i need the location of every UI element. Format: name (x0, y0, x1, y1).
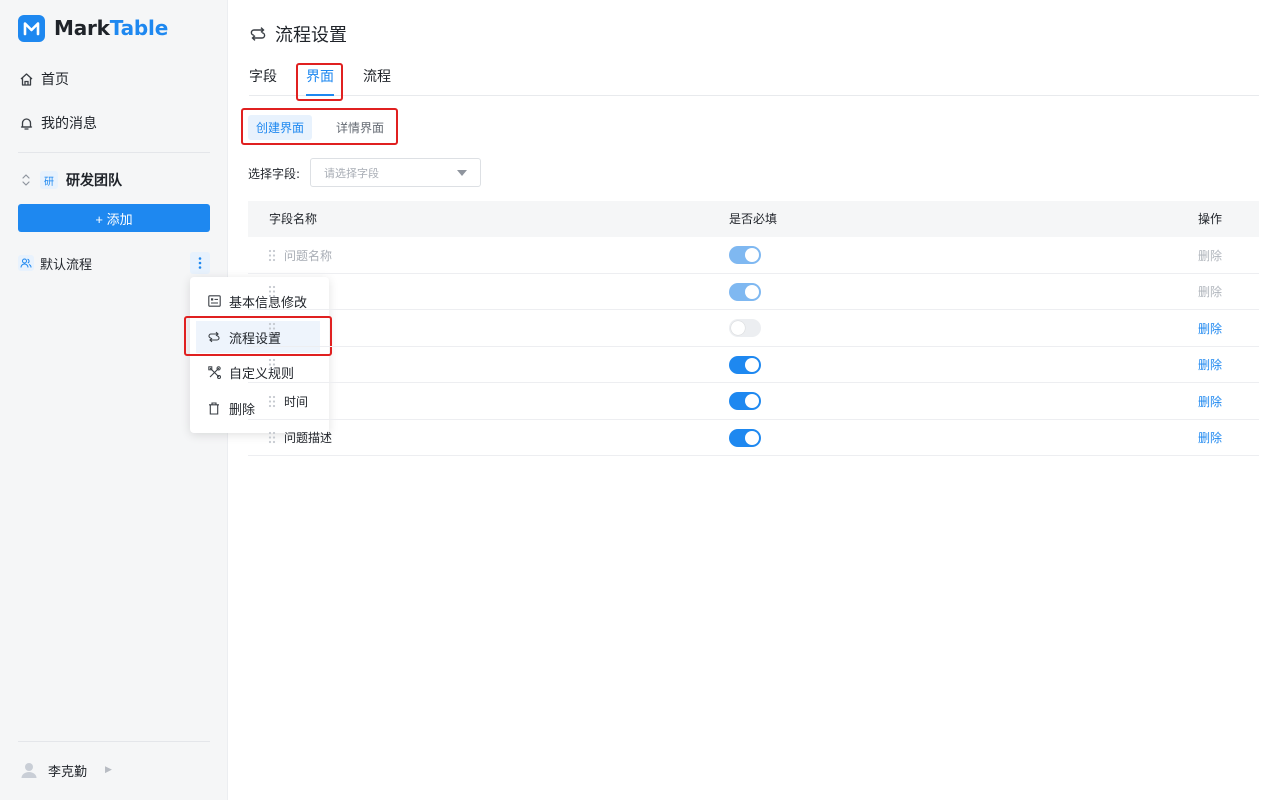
flow-item-label: 默认流程 (40, 257, 93, 273)
delete-link[interactable]: 删除 (1198, 310, 1222, 346)
team-badge: 研 (40, 171, 58, 189)
toggle-knob (745, 394, 759, 408)
more-vertical-icon[interactable] (190, 252, 210, 274)
sidebar-divider (18, 152, 210, 153)
logo-mark-icon (18, 14, 45, 42)
subtab-create-interface[interactable]: 创建界面 (248, 115, 313, 140)
field-name: 问题名称 (284, 248, 333, 263)
tools-icon (207, 365, 221, 379)
field-select-placeholder: 请选择字段 (324, 166, 379, 180)
logo-text: MarkTable (54, 16, 168, 40)
required-toggle[interactable] (729, 428, 761, 447)
field-select-label: 选择字段: (248, 167, 301, 181)
required-cell (729, 310, 761, 346)
subtab-detail-interface[interactable]: 详情界面 (328, 115, 392, 140)
chevron-updown-icon (18, 173, 34, 187)
field-name: 时间 (284, 394, 309, 409)
toggle-knob (731, 321, 745, 335)
dropdown-caret-icon (457, 169, 467, 176)
users-icon (18, 255, 34, 271)
trash-icon (207, 401, 221, 415)
required-cell (729, 237, 761, 273)
required-toggle[interactable] (729, 319, 761, 337)
team-name: 研发团队 (66, 173, 122, 189)
logo-text-prefix: Mark (54, 16, 110, 40)
toggle-knob (745, 284, 759, 299)
drag-handle-icon[interactable] (268, 310, 278, 346)
field-name: 问题描述 (284, 431, 333, 445)
sidebar-item-home[interactable]: 首页 (18, 67, 69, 91)
required-toggle[interactable] (729, 392, 761, 410)
page-title-text: 流程设置 (275, 25, 347, 46)
tab-fields[interactable]: 字段 (249, 66, 277, 96)
table-row: 时间 删除 (248, 383, 1259, 420)
delete-link[interactable]: 删除 (1198, 383, 1222, 419)
form-icon (207, 294, 221, 308)
home-icon (18, 71, 34, 87)
user-profile[interactable]: 李克勤 ▶ (18, 758, 112, 782)
drag-handle-icon[interactable] (268, 420, 278, 456)
flow-swap-icon (207, 330, 221, 344)
drag-handle-icon[interactable] (268, 237, 278, 273)
column-header-required: 是否必填 (729, 212, 778, 226)
required-toggle[interactable] (729, 282, 761, 301)
field-table: 字段名称 是否必填 操作 问题名称 删除 删除 删除 删除 时间 删除 问题描述 删除 (248, 201, 1259, 456)
column-header-action: 操作 (1197, 212, 1222, 226)
drag-handle-icon[interactable] (268, 383, 278, 419)
sidebar-divider-bottom (18, 741, 210, 742)
required-cell (729, 274, 761, 310)
table-header: 字段名称 是否必填 操作 (248, 201, 1259, 237)
required-toggle[interactable] (729, 246, 761, 264)
sidebar-item-default-flow[interactable]: 默认流程 (18, 252, 210, 274)
team-switcher[interactable]: 研 研发团队 (18, 168, 122, 192)
required-cell (729, 383, 761, 419)
logo-text-suffix: Table (109, 16, 169, 40)
caret-right-icon: ▶ (105, 765, 112, 775)
required-cell (729, 420, 761, 456)
tab-bar: 字段 界面 流程 (249, 66, 1259, 96)
drag-handle-icon[interactable] (268, 347, 278, 383)
avatar (18, 759, 40, 781)
field-select[interactable]: 请选择字段 (310, 158, 481, 187)
table-body: 问题名称 删除 删除 删除 删除 时间 删除 问题描述 删除 (248, 237, 1259, 456)
delete-link[interactable]: 删除 (1198, 237, 1222, 273)
toggle-knob (745, 248, 759, 262)
sidebar-item-label: 我的消息 (41, 116, 97, 132)
page-title: 流程设置 (249, 22, 347, 46)
table-row: 删除 (248, 347, 1259, 383)
tab-interface[interactable]: 界面 (306, 66, 334, 96)
add-button[interactable]: + 添加 (18, 204, 210, 232)
table-row: 问题描述 删除 (248, 420, 1259, 456)
sidebar-item-label: 首页 (41, 72, 69, 88)
bell-icon (18, 115, 34, 131)
delete-link[interactable]: 删除 (1198, 274, 1222, 310)
tab-flow[interactable]: 流程 (363, 66, 391, 96)
delete-link[interactable]: 删除 (1198, 347, 1222, 383)
table-row: 问题名称 删除 (248, 237, 1259, 274)
table-row: 删除 (248, 310, 1259, 347)
delete-link[interactable]: 删除 (1198, 420, 1222, 456)
user-name: 李克勤 (48, 764, 88, 780)
required-cell (729, 347, 761, 383)
flow-swap-icon (249, 25, 267, 43)
app-logo[interactable]: MarkTable (18, 14, 168, 42)
column-header-name: 字段名称 (269, 212, 318, 226)
required-toggle[interactable] (729, 355, 761, 374)
toggle-knob (745, 357, 759, 372)
drag-handle-icon[interactable] (268, 274, 278, 310)
table-row: 删除 (248, 274, 1259, 310)
sidebar-item-messages[interactable]: 我的消息 (18, 111, 97, 135)
toggle-knob (745, 430, 759, 445)
